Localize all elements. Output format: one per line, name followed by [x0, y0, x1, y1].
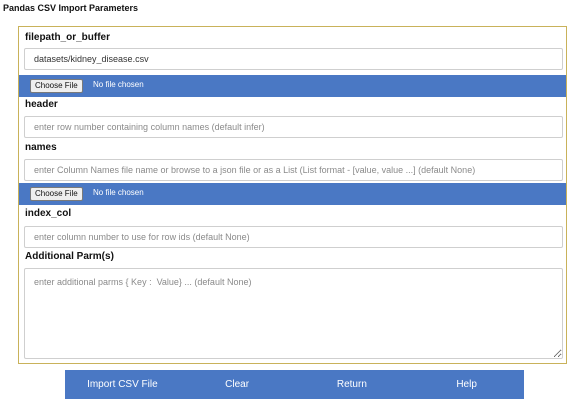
action-bar: Import CSV File Clear Return Help: [65, 370, 524, 399]
index-col-label: index_col: [25, 208, 72, 219]
header-label: header: [25, 99, 58, 110]
page-title: Pandas CSV Import Parameters: [3, 3, 139, 13]
names-input[interactable]: [24, 159, 563, 181]
names-label: names: [25, 142, 57, 153]
help-button[interactable]: Help: [409, 370, 524, 399]
filepath-choose-file-button[interactable]: Choose File: [30, 79, 83, 93]
clear-button[interactable]: Clear: [180, 370, 295, 399]
index-col-input[interactable]: [24, 226, 563, 248]
return-button[interactable]: Return: [295, 370, 410, 399]
names-choose-file-button[interactable]: Choose File: [30, 187, 83, 201]
header-input[interactable]: [24, 116, 563, 138]
import-csv-button[interactable]: Import CSV File: [65, 370, 180, 399]
names-file-status: No file chosen: [93, 188, 144, 197]
filepath-input[interactable]: [24, 48, 563, 70]
filepath-file-status: No file chosen: [93, 80, 144, 89]
filepath-file-bar: Choose File No file chosen: [19, 75, 566, 97]
additional-parms-textarea[interactable]: [24, 268, 563, 359]
filepath-label: filepath_or_buffer: [25, 32, 111, 43]
csv-import-form: filepath_or_buffer Choose File No file c…: [18, 26, 567, 364]
names-file-bar: Choose File No file chosen: [19, 183, 566, 205]
additional-parms-label: Additional Parm(s): [25, 251, 114, 262]
